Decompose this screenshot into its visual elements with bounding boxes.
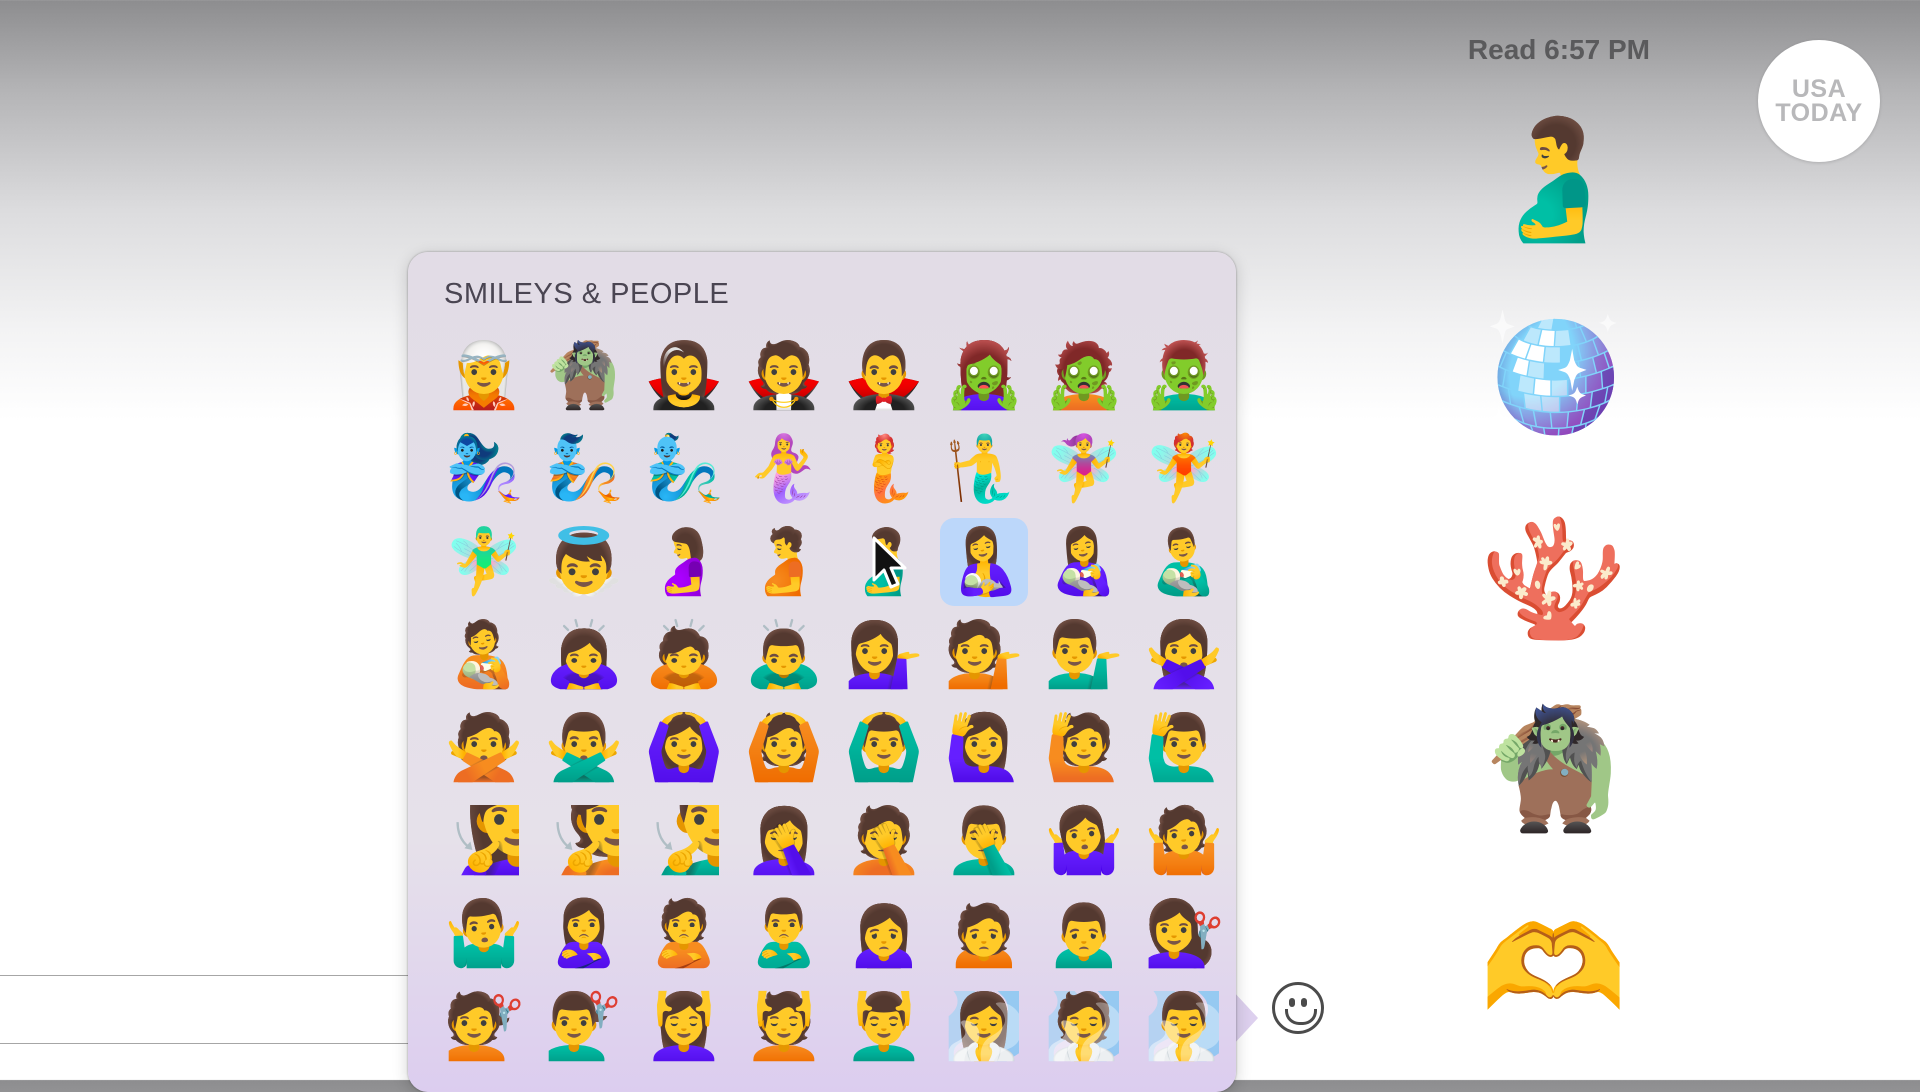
emoji-cell[interactable]: 🤷‍♀️ [1040,797,1128,885]
emoji-cell[interactable]: 🤷 [1140,797,1228,885]
emoji-cell[interactable]: 🧛‍♂️ [840,332,928,420]
emoji-cell[interactable]: 🧚‍♂️ [440,518,528,606]
emoji-cell[interactable]: 🧟 [1040,332,1128,420]
smiley-right-eye [1301,998,1307,1007]
emoji-cell[interactable]: 🙅‍♀️ [1140,611,1228,699]
emoji-cell[interactable]: 🧖‍♀️ [940,983,1028,1071]
usa-today-logo-text-2: TODAY [1775,99,1863,127]
emoji-cell[interactable]: 🙇 [640,611,728,699]
emoji-cell[interactable]: 👨‍🍼 [1140,518,1228,606]
emoji-cell[interactable]: 💁‍♀️ [840,611,928,699]
emoji-cell[interactable]: 🧛 [740,332,828,420]
emoji-cell[interactable]: 🙍 [940,890,1028,978]
emoji-cell[interactable]: 🙎 [640,890,728,978]
section-title: SMILEYS & PEOPLE [444,278,730,310]
emoji-cell[interactable]: 💆‍♂️ [840,983,928,1071]
emoji-cell[interactable]: 🤰 [640,518,728,606]
emoji-cell[interactable]: 🧏‍♂️ [640,797,728,885]
emoji-cell[interactable]: 🧜‍♀️ [740,425,828,513]
emoji-cell[interactable]: 🤦‍♂️ [940,797,1028,885]
emoji-cell[interactable]: 💆‍♀️ [640,983,728,1071]
emoji-cell-selected[interactable]: 🤱 [940,518,1028,606]
emoji-cell[interactable]: 🧌 [540,332,628,420]
usa-today-logo: USA TODAY [1758,40,1880,162]
emoji-cell[interactable]: 💁‍♂️ [1040,611,1128,699]
emoji-cell[interactable]: 💇‍♀️ [1140,890,1228,978]
emoji-cell[interactable]: 🧚‍♀️ [1040,425,1128,513]
emoji-cell[interactable]: 🧑‍🍼 [440,611,528,699]
usa-today-logo-text-1: USA [1791,75,1847,103]
emoji-cell[interactable]: 🤦‍♀️ [740,797,828,885]
emoji-cell[interactable]: 🙅 [440,704,528,792]
sent-emoji-mirror-ball[interactable]: 🪩 [1480,305,1627,445]
emoji-cell[interactable]: 🙍‍♂️ [1040,890,1128,978]
emoji-cell[interactable]: 🧜‍♂️ [940,425,1028,513]
emoji-cell[interactable]: 🧞‍♀️ [440,425,528,513]
emoji-cell[interactable]: 🙅‍♂️ [540,704,628,792]
emoji-cell[interactable]: 💇‍♂️ [540,983,628,1071]
emoji-cell[interactable]: 🙆 [740,704,828,792]
mouse-cursor-icon [872,536,907,589]
emoji-cell[interactable]: 🧚 [1140,425,1228,513]
emoji-picker-popover: SMILEYS & PEOPLE 🧝 🧌 🧛‍♀️ 🧛 🧛‍♂️ 🧟‍♀️ 🧟 🧟‍♂️ 🧞‍♀… [408,252,1236,1092]
emoji-cell[interactable]: 🧏 [540,797,628,885]
sent-emoji-heart-hands[interactable]: 🫶 [1480,898,1627,1038]
emoji-cell[interactable]: 🧟‍♀️ [940,332,1028,420]
smiley-left-eye [1289,998,1295,1007]
sent-emoji-troll[interactable]: 🧌 [1480,698,1627,838]
smiley-face-icon[interactable] [1272,982,1324,1034]
emoji-cell[interactable]: 🙍‍♀️ [840,890,928,978]
emoji-grid: 🧝 🧌 🧛‍♀️ 🧛 🧛‍♂️ 🧟‍♀️ 🧟 🧟‍♂️ 🧞‍♀️ 🧞 🧞‍♂️ 🧜‍♀️ 🧜 🧜‍♂️ 🧚‍… [434,332,1234,1076]
emoji-cell[interactable]: 🧖 [1040,983,1128,1071]
emoji-cell[interactable]: 💇 [440,983,528,1071]
emoji-cell[interactable]: 💆 [740,983,828,1071]
emoji-cell[interactable]: 🫄 [740,518,828,606]
emoji-cell[interactable]: 🙇‍♂️ [740,611,828,699]
emoji-cell[interactable]: 🙋‍♂️ [1140,704,1228,792]
emoji-cell[interactable]: 🧏‍♀️ [440,797,528,885]
emoji-cell[interactable]: 🧝 [440,332,528,420]
emoji-cell[interactable]: 🧞 [540,425,628,513]
emoji-cell[interactable]: 🙋 [1040,704,1128,792]
emoji-cell[interactable]: 🤷‍♂️ [440,890,528,978]
emoji-cell[interactable]: 🙇‍♀️ [540,611,628,699]
emoji-cell[interactable]: 👩‍🍼 [1040,518,1128,606]
message-input-field[interactable] [0,975,420,1044]
sent-emoji-coral[interactable]: 🪸 [1480,508,1627,648]
emoji-cell[interactable]: 🙆‍♂️ [840,704,928,792]
emoji-cell[interactable]: 🧞‍♂️ [640,425,728,513]
sent-emoji-pregnant-man[interactable]: 🫃 [1480,108,1627,248]
emoji-cell[interactable]: 🙆‍♀️ [640,704,728,792]
emoji-cell[interactable]: 🤦 [840,797,928,885]
emoji-cell[interactable]: 💁 [940,611,1028,699]
emoji-cell[interactable]: 🙎‍♀️ [540,890,628,978]
emoji-cell[interactable]: 🙋‍♀️ [940,704,1028,792]
smiley-mouth [1285,1009,1317,1025]
read-receipt: Read 6:57 PM [1467,34,1650,65]
emoji-cell[interactable]: 🧖‍♂️ [1140,983,1228,1071]
emoji-cell[interactable]: 🧛‍♀️ [640,332,728,420]
emoji-cell[interactable]: 🙎‍♂️ [740,890,828,978]
emoji-cell[interactable]: 🧜 [840,425,928,513]
emoji-cell[interactable]: 👼 [540,518,628,606]
emoji-cell[interactable]: 🧟‍♂️ [1140,332,1228,420]
